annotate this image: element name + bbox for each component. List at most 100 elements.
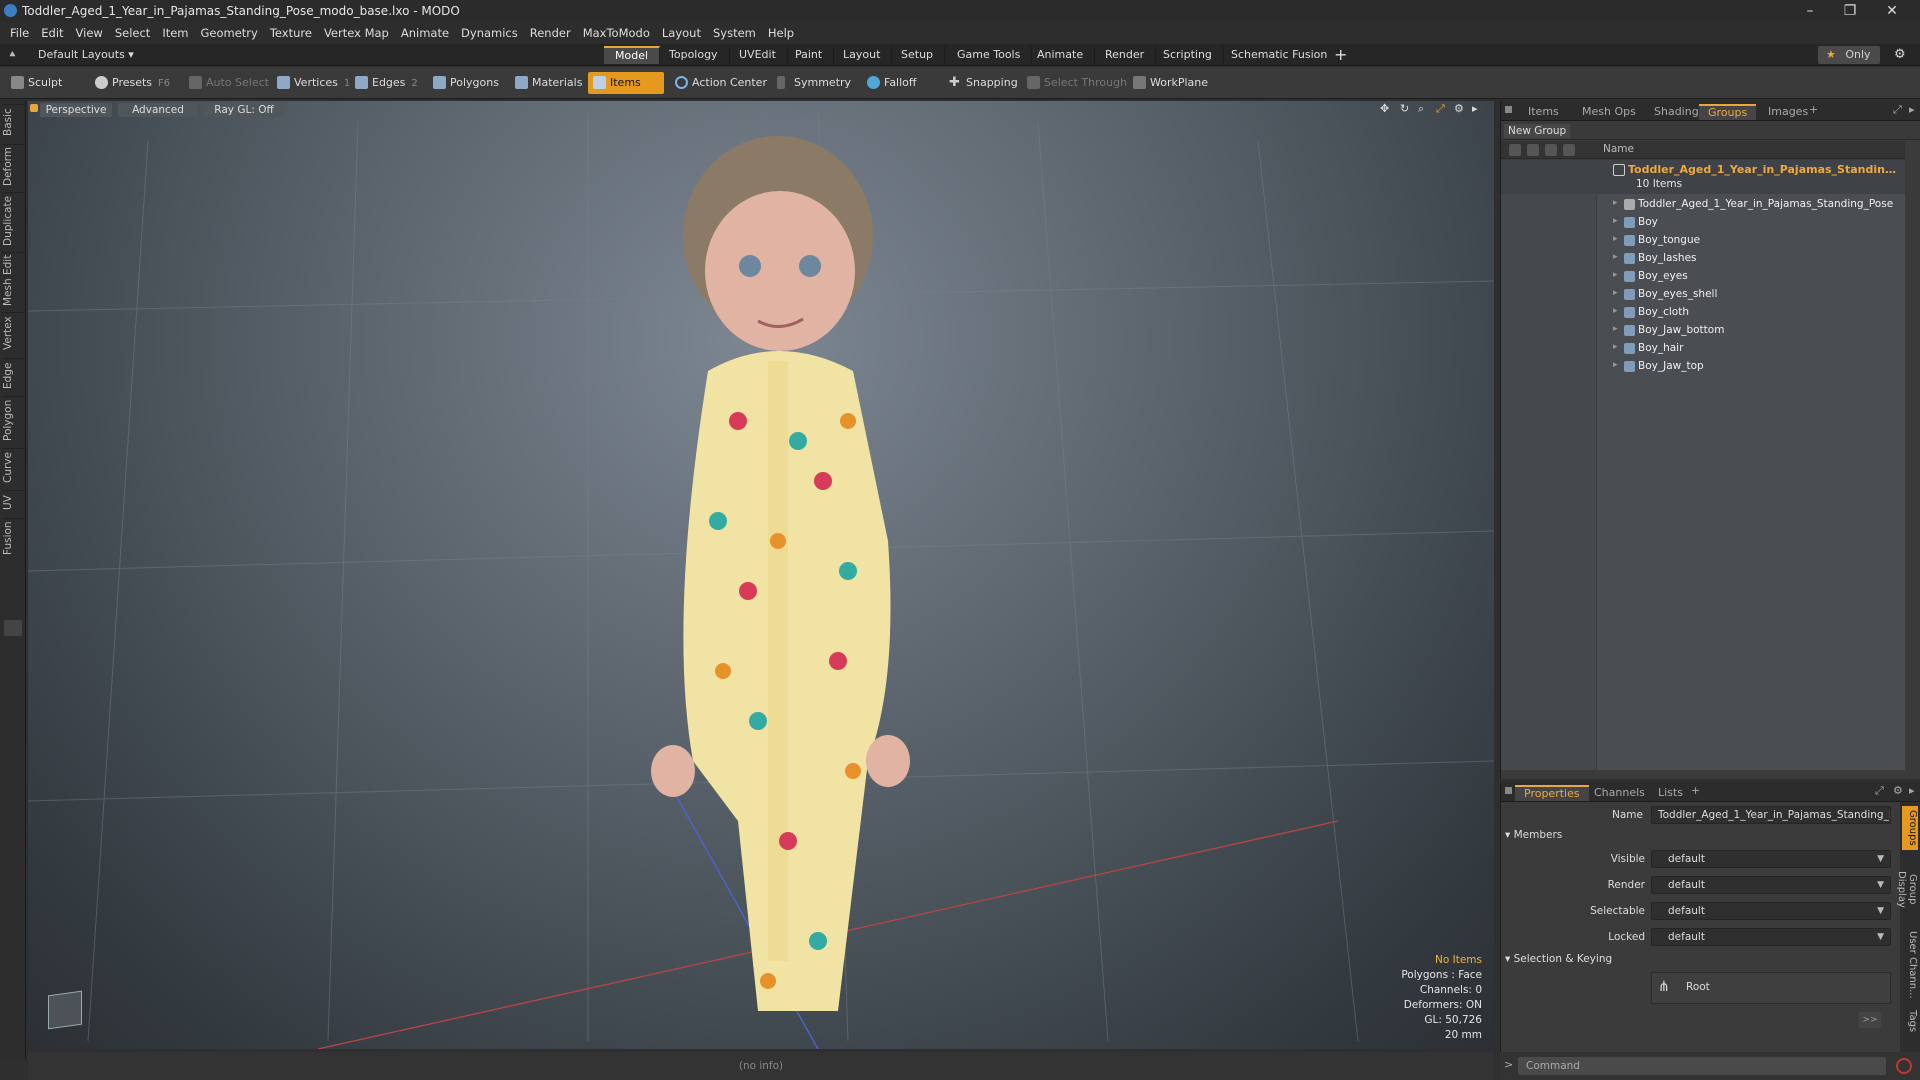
group-row[interactable]: Toddler_Aged_1_Year_in_Pajamas_Standing_… (1501, 160, 1905, 194)
list-item[interactable]: ▸ Boy_lashes (1501, 250, 1905, 268)
props-arrow-icon[interactable]: ▸ (1909, 784, 1915, 797)
layout-selector[interactable]: Default Layouts ▾ (38, 48, 134, 61)
menu-animate[interactable]: Animate (401, 26, 449, 40)
tab-game-tools[interactable]: Game Tools (946, 46, 1033, 64)
list-item[interactable]: ▸ Boy_hair (1501, 340, 1905, 358)
tab-groups[interactable]: Groups (1699, 104, 1757, 120)
add-panel-tab-icon[interactable]: + (1809, 103, 1818, 116)
render-icon[interactable] (1527, 144, 1539, 156)
tab-animate[interactable]: Animate (1026, 46, 1096, 64)
pan-icon[interactable]: ✥ (1380, 102, 1389, 115)
sculpt-button[interactable]: Sculpt (6, 72, 68, 94)
list-item[interactable]: ▸ Boy_eyes_shell (1501, 286, 1905, 304)
list-item[interactable]: ▸ Toddler_Aged_1_Year_in_Pajamas_Standing… (1501, 196, 1905, 214)
vtab-groups[interactable]: Groups (1902, 806, 1918, 850)
perspective-button[interactable]: Perspective (40, 103, 112, 117)
stop-record-icon[interactable] (1896, 1058, 1912, 1074)
menu-vertex-map[interactable]: Vertex Map (324, 26, 389, 40)
tab-setup[interactable]: Setup (890, 46, 946, 64)
rotate-icon[interactable]: ↻ (1400, 102, 1409, 115)
visible-select[interactable]: default ▼ (1651, 850, 1891, 868)
polygons-button[interactable]: Polygons (428, 72, 505, 94)
lock-icon[interactable] (1563, 144, 1575, 156)
viewport-menu-icon[interactable] (30, 104, 38, 112)
props-menu-icon[interactable] (1505, 787, 1512, 794)
close-button[interactable]: ✕ (1872, 1, 1912, 21)
vertices-button[interactable]: Vertices 1 (272, 72, 356, 94)
tab-channels[interactable]: Channels (1585, 785, 1654, 801)
auto-select-button[interactable]: Auto Select (184, 72, 275, 94)
layout-collapse-icon[interactable]: ⯅ (8, 48, 17, 62)
add-tab-icon[interactable]: + (1334, 45, 1347, 64)
menu-select[interactable]: Select (115, 26, 150, 40)
items-button[interactable]: Items (588, 72, 664, 94)
expand-arrow-icon[interactable]: ▸ (1613, 234, 1618, 244)
select-icon[interactable] (1545, 144, 1557, 156)
visibility-eye-icon[interactable] (1509, 144, 1521, 156)
fit-icon[interactable]: ⤢ (1436, 102, 1445, 116)
members-section[interactable]: ▾ Members (1505, 829, 1562, 841)
advanced-button[interactable]: Advanced (118, 103, 198, 117)
restore-button[interactable]: ❐ (1830, 1, 1870, 21)
menu-edit[interactable]: Edit (41, 26, 63, 40)
symmetry-button[interactable]: Symmetry (772, 72, 857, 94)
action-center-button[interactable]: Action Center (670, 72, 773, 94)
menu-layout[interactable]: Layout (662, 26, 701, 40)
menu-view[interactable]: View (76, 26, 103, 40)
materials-button[interactable]: Materials (510, 72, 588, 94)
panel-toggle-button[interactable] (4, 620, 22, 636)
selectable-select[interactable]: default ▼ (1651, 902, 1891, 920)
vtab-vertex[interactable]: Vertex (2, 312, 24, 354)
viewport-settings-icon[interactable]: ⚙ (1454, 102, 1464, 115)
expand-arrow-icon[interactable]: ▸ (1613, 270, 1618, 280)
tab-items[interactable]: Items (1519, 104, 1568, 120)
expand-arrow-icon[interactable]: ▸ (1613, 252, 1618, 262)
vtab-tags[interactable]: Tags (1902, 1006, 1918, 1036)
vtab-polygon[interactable]: Polygon (2, 396, 24, 444)
vtab-curve[interactable]: Curve (2, 448, 24, 486)
tab-properties[interactable]: Properties (1515, 785, 1589, 801)
presets-button[interactable]: Presets F6 (90, 72, 176, 94)
snapping-button[interactable]: ✚ Snapping (944, 72, 1024, 94)
select-through-button[interactable]: Select Through (1022, 72, 1133, 94)
name-column-header[interactable]: Name (1603, 143, 1634, 155)
root-button[interactable]: ⋔ Root (1651, 972, 1891, 1004)
list-item[interactable]: ▸ Boy_Jaw_bottom (1501, 322, 1905, 340)
list-item[interactable]: ▸ Boy_tongue (1501, 232, 1905, 250)
menu-item[interactable]: Item (162, 26, 188, 40)
menu-dynamics[interactable]: Dynamics (461, 26, 518, 40)
render-select[interactable]: default ▼ (1651, 876, 1891, 894)
edges-button[interactable]: Edges 2 (350, 72, 424, 94)
expand-arrow-icon[interactable]: ▸ (1613, 288, 1618, 298)
more-button[interactable]: >> (1859, 1012, 1881, 1028)
vtab-deform[interactable]: Deform (2, 144, 24, 188)
falloff-button[interactable]: Falloff (862, 72, 922, 94)
menu-geometry[interactable]: Geometry (201, 26, 258, 40)
menu-maxtomodo[interactable]: MaxToModo (583, 26, 650, 40)
vtab-edge[interactable]: Edge (2, 358, 24, 392)
tab-schematic-fusion[interactable]: Schematic Fusion (1220, 46, 1340, 64)
menu-file[interactable]: File (10, 26, 29, 40)
props-gear-icon[interactable]: ⚙ (1893, 784, 1903, 797)
tab-render[interactable]: Render (1094, 46, 1157, 64)
tab-scripting[interactable]: Scripting (1152, 46, 1224, 64)
menu-render[interactable]: Render (530, 26, 571, 40)
list-item[interactable]: ▸ Boy_Jaw_top (1501, 358, 1905, 376)
toddler-model[interactable] (598, 121, 958, 1041)
vtab-mesh-edit[interactable]: Mesh Edit (2, 252, 24, 308)
props-expand-icon[interactable]: ⤢ (1875, 784, 1884, 798)
expand-arrow-icon[interactable]: ▸ (1613, 198, 1618, 208)
tab-paint[interactable]: Paint (784, 46, 835, 64)
viewport-expand-icon[interactable]: ▸ (1472, 102, 1478, 115)
expand-arrow-icon[interactable]: ▸ (1613, 306, 1618, 316)
expand-arrow-icon[interactable]: ▸ (1613, 216, 1618, 226)
tab-lists[interactable]: Lists (1649, 785, 1692, 801)
menu-system[interactable]: System (713, 26, 756, 40)
list-item[interactable]: ▸ Boy (1501, 214, 1905, 232)
tab-layout[interactable]: Layout (832, 46, 893, 64)
command-input[interactable]: Command (1518, 1057, 1886, 1075)
group-list-scrollbar[interactable] (1906, 160, 1920, 770)
raygl-button[interactable]: Ray GL: Off (204, 103, 284, 117)
menu-help[interactable]: Help (768, 26, 794, 40)
add-props-tab-icon[interactable]: + (1691, 784, 1700, 797)
